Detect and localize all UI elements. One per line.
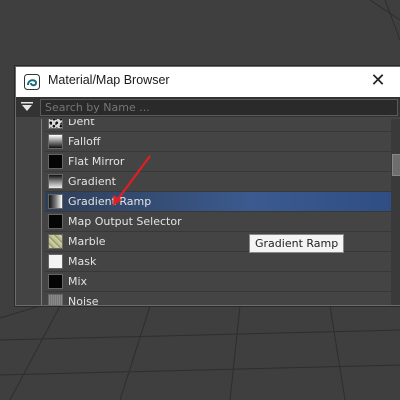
tree-line: [41, 119, 42, 305]
list-item-label: Gradient: [68, 175, 116, 188]
list-item-mask[interactable]: Mask: [45, 252, 391, 272]
list-item-label: Mask: [68, 255, 97, 268]
3dsmax-logo-icon: [24, 74, 40, 90]
gradient-thumbnail: [48, 174, 63, 189]
list-item-mix[interactable]: Mix: [45, 272, 391, 292]
material-map-browser-dialog: Material/Map Browser ✕ Dent Falloff Flat…: [15, 66, 400, 306]
title-bar[interactable]: Material/Map Browser ✕: [16, 67, 400, 97]
falloff-thumbnail: [48, 134, 63, 149]
list-item-flat-mirror[interactable]: Flat Mirror: [45, 152, 391, 172]
list-item-label: Gradient Ramp: [68, 195, 152, 208]
list-item-label: Marble: [68, 235, 106, 248]
mask-thumbnail: [48, 254, 63, 269]
close-button[interactable]: ✕: [368, 71, 388, 91]
map-list[interactable]: Dent Falloff Flat Mirror Gradient Gradie…: [25, 119, 391, 305]
marble-thumbnail: [48, 234, 63, 249]
scrollbar-thumb[interactable]: [392, 154, 400, 176]
list-item-map-output-selector[interactable]: Map Output Selector: [45, 212, 391, 232]
search-row: [16, 97, 400, 117]
list-scrollbar[interactable]: [391, 119, 400, 305]
list-item-dent[interactable]: Dent: [45, 119, 391, 132]
list-item-label: Dent: [68, 119, 95, 128]
list-item-label: Flat Mirror: [68, 155, 125, 168]
item-tooltip: Gradient Ramp: [249, 234, 345, 253]
search-input[interactable]: [40, 99, 398, 116]
list-item-gradient-ramp[interactable]: Gradient Ramp: [45, 192, 391, 212]
list-item-label: Mix: [68, 275, 88, 288]
flat-mirror-thumbnail: [48, 154, 63, 169]
list-item-label: Falloff: [68, 135, 101, 148]
mix-thumbnail: [48, 274, 63, 289]
list-item-gradient[interactable]: Gradient: [45, 172, 391, 192]
options-menu-icon[interactable]: [21, 102, 33, 112]
list-item-noise[interactable]: Noise: [45, 292, 391, 305]
map-output-selector-thumbnail: [48, 214, 63, 229]
list-item-label: Noise: [68, 295, 99, 305]
list-item-label: Map Output Selector: [68, 215, 182, 228]
gradient-ramp-thumbnail: [48, 194, 63, 209]
list-item-falloff[interactable]: Falloff: [45, 132, 391, 152]
window-title: Material/Map Browser: [48, 73, 170, 87]
noise-thumbnail: [48, 294, 63, 305]
dent-thumbnail: [48, 119, 63, 129]
